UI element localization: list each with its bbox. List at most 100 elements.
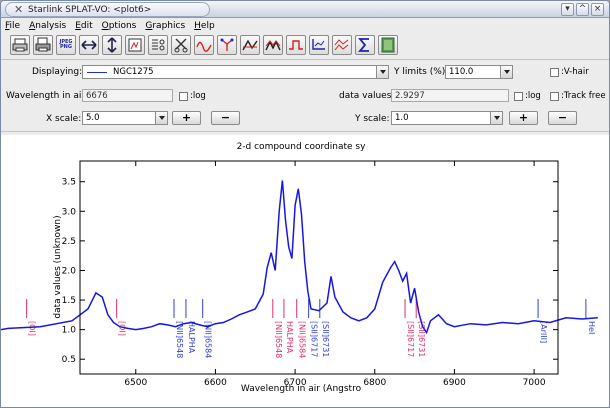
log-x-checkbox[interactable]: :log (179, 91, 206, 101)
wavelength-label: Wavelength in air: (6, 91, 88, 101)
line-ids-button[interactable] (240, 35, 260, 55)
displaying-select[interactable]: NGC1275 (82, 65, 389, 79)
smooth-button[interactable] (194, 35, 214, 55)
maximize-button[interactable]: ^ (576, 3, 589, 16)
line-fit-button[interactable] (217, 35, 237, 55)
region-filter-button[interactable] (286, 35, 306, 55)
checkbox-box[interactable] (550, 91, 559, 101)
printer-icon (12, 38, 28, 52)
xscale-minus-button[interactable]: − (211, 111, 240, 125)
cut-remove-button[interactable] (171, 35, 191, 55)
line-id-label: HALPHA (285, 321, 294, 354)
log-x-label: :log (190, 91, 206, 101)
yscale-label: Y scale: (355, 114, 390, 124)
chevron-down-icon[interactable] (376, 66, 388, 78)
menu-graphics[interactable]: Graphics (145, 19, 185, 33)
menu-options[interactable]: Options (102, 19, 137, 33)
chevron-down-icon[interactable] (490, 112, 502, 124)
y-tick-label: 2.5 (62, 237, 76, 247)
line-id-label: [SII]6731 (417, 321, 426, 357)
plot-area[interactable]: 2-d compound coordinate sy 6500 6600 6700 6… (1, 135, 609, 408)
fit-width-button[interactable] (79, 35, 99, 55)
fit-frame-icon (128, 38, 142, 52)
x-axis-label: Wavelength in air (Angstro (241, 384, 362, 394)
checkbox-box[interactable] (514, 91, 523, 101)
title-pill: ✕ Starlink SPLAT-VO: <plot6> (5, 2, 210, 17)
menu-bar: File Analysis Edit Options Graphics Help (1, 19, 609, 33)
menu-edit[interactable]: Edit (75, 19, 92, 33)
xscale-plus-button[interactable]: + (172, 111, 201, 125)
yscale-select[interactable]: 1.0 (391, 111, 503, 125)
print-postscript-button[interactable] (33, 35, 53, 55)
peaks-icon (242, 39, 258, 51)
y-axis-label: data values (unknown) (53, 215, 63, 318)
controls-separator (1, 131, 609, 132)
track-free-checkbox[interactable]: :Track free (550, 91, 606, 101)
vhair-checkbox[interactable]: :V-hair (550, 67, 589, 77)
vertical-arrows-icon (107, 37, 117, 53)
ylimits-select[interactable]: 110.0 (445, 65, 513, 79)
track-free-label: :Track free (561, 91, 606, 101)
cut-region-button[interactable] (148, 35, 168, 55)
log-y-checkbox[interactable]: :log (514, 91, 541, 101)
spectrum-line[interactable] (1, 180, 598, 335)
statistics-button[interactable] (355, 35, 375, 55)
menu-analysis[interactable]: Analysis (29, 19, 66, 33)
wavelength-field: 6676 (82, 89, 173, 102)
help-window-button[interactable] (378, 35, 398, 55)
stack-plot-button[interactable] (332, 35, 352, 55)
jpeg-export-button[interactable]: JPEG PNG (56, 35, 76, 55)
ylimits-value: 110.0 (449, 67, 474, 77)
checkbox-box[interactable] (179, 91, 188, 101)
y-tick-label: 3.5 (62, 178, 76, 188)
line-id-label: [NII]6548 (274, 321, 283, 358)
branch-icon (220, 38, 234, 51)
line-id-label: [NII]6584 (298, 321, 307, 358)
line-id-label: [SII]6717 (310, 321, 319, 357)
vhair-label: :V-hair (561, 67, 589, 77)
chevron-down-icon[interactable] (500, 66, 512, 78)
pulse-icon (289, 40, 303, 50)
line-id-label: [SII]6717 (406, 321, 415, 357)
line-id-label: HALPHA (187, 321, 196, 354)
y-tick-label: 0.5 (62, 355, 76, 365)
wave-icon (196, 41, 212, 52)
window-controls: ▾ ^ × (561, 3, 604, 16)
menu-file[interactable]: File (5, 19, 20, 33)
cut-list-icon (152, 39, 165, 51)
y-tick-label: 1.5 (62, 296, 76, 306)
units-button[interactable] (309, 35, 329, 55)
yscale-value: 1.0 (395, 113, 409, 123)
y-tick-label: 1.0 (62, 326, 77, 336)
fit-both-button[interactable] (125, 35, 145, 55)
yscale-minus-button[interactable]: − (548, 111, 577, 125)
sigma-icon (358, 38, 369, 52)
x-tick-label: 6800 (363, 378, 386, 388)
toolbar-separator (1, 59, 609, 60)
toolbar: JPEG PNG (10, 35, 398, 56)
checkbox-box[interactable] (550, 67, 559, 77)
jpeg-png-icon: JPEG PNG (59, 39, 73, 50)
yscale-plus-button[interactable]: + (509, 111, 538, 125)
xscale-select[interactable]: 5.0 (82, 111, 168, 125)
xscale-label: X scale: (46, 114, 82, 124)
menu-help[interactable]: Help (194, 19, 215, 33)
title-bar[interactable]: ✕ Starlink SPLAT-VO: <plot6> ▾ ^ × (1, 1, 609, 18)
y-tick-label: 3.0 (62, 207, 77, 217)
close-button[interactable]: × (591, 3, 604, 16)
chevron-down-icon[interactable] (155, 112, 167, 124)
log-y-label: :log (525, 91, 541, 101)
y-tick-label: 2.0 (62, 266, 77, 276)
print-button[interactable] (10, 35, 30, 55)
printer-file-icon (35, 37, 51, 52)
x-tick-label: 6500 (124, 378, 147, 388)
application-window: ✕ Starlink SPLAT-VO: <plot6> ▾ ^ × File … (0, 0, 610, 408)
spectrum-plot[interactable]: 2-d compound coordinate sy 6500 6600 6700 6… (1, 135, 609, 408)
data-values-field: 2.9297 (391, 89, 509, 102)
peak-fit-button[interactable] (263, 35, 283, 55)
scissors-icon (174, 38, 188, 53)
xscale-value: 5.0 (86, 113, 100, 123)
minimize-button[interactable]: ▾ (561, 3, 574, 16)
horizontal-arrows-icon (81, 40, 97, 50)
fit-height-button[interactable] (102, 35, 122, 55)
